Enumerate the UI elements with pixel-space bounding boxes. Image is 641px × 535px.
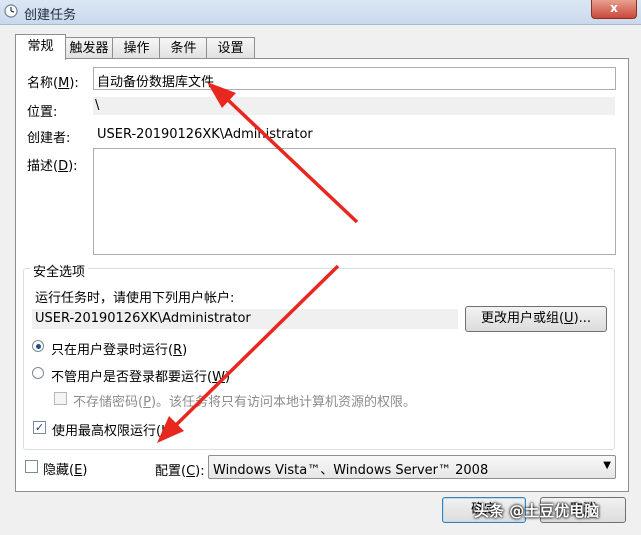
description-textarea[interactable]: [93, 148, 616, 255]
tab-settings[interactable]: 设置: [206, 37, 255, 59]
author-label: 创建者:: [27, 131, 71, 146]
tab-label: 条件: [170, 41, 197, 56]
account-value: USER-20190126XK\Administrator: [35, 311, 251, 326]
window-title: 创建任务: [24, 8, 77, 23]
chevron-down-icon: ▼: [603, 460, 611, 471]
radio-only-logged-on[interactable]: [32, 340, 44, 352]
hidden-checkbox[interactable]: [25, 460, 38, 473]
tab-label: 触发器: [69, 41, 109, 56]
highest-privileges-checkbox[interactable]: ✓: [33, 421, 46, 434]
tab-actions[interactable]: 操作: [112, 37, 161, 59]
tab-triggers[interactable]: 触发器: [64, 37, 114, 59]
highest-privileges-label: 使用最高权限运行(I): [52, 424, 171, 439]
radio-whether-logged-on[interactable]: [32, 367, 44, 379]
security-group-title: 安全选项: [30, 261, 89, 280]
name-label: 名称(M):: [27, 76, 79, 91]
config-select[interactable]: Windows Vista™、Windows Server™ 2008 ▼: [208, 455, 616, 479]
run-as-prompt: 运行任务时，请使用下列用户帐户:: [35, 291, 235, 306]
location-value: \: [95, 98, 100, 113]
tab-label: 设置: [217, 41, 244, 56]
clock-icon: [4, 4, 18, 18]
title-bar: 创建任务 x: [0, 0, 641, 25]
account-field: USER-20190126XK\Administrator: [32, 309, 458, 329]
tab-label: 常规: [27, 39, 54, 54]
tab-label: 操作: [123, 41, 150, 56]
name-input[interactable]: 自动备份数据库文件: [93, 67, 616, 90]
author-value: USER-20190126XK\Administrator: [97, 127, 313, 142]
watermark: 头条 @土豆优电脑: [474, 502, 600, 520]
description-label: 描述(D):: [27, 159, 78, 174]
no-store-password-checkbox[interactable]: [54, 392, 67, 405]
radio-only-logged-on-label: 只在用户登录时运行(R): [51, 343, 188, 358]
tab-general[interactable]: 常规: [15, 34, 66, 60]
location-field: \: [93, 97, 615, 115]
change-user-button[interactable]: 更改用户或组(U)...: [465, 306, 607, 332]
hidden-label: 隐藏(E): [43, 463, 88, 478]
name-value: 自动备份数据库文件: [97, 75, 215, 90]
location-label: 位置:: [27, 105, 58, 120]
close-icon: x: [610, 1, 618, 15]
config-label: 配置(C):: [155, 464, 205, 479]
radio-whether-logged-on-label: 不管用户是否登录都要运行(W): [51, 370, 231, 385]
config-value: Windows Vista™、Windows Server™ 2008: [213, 463, 489, 478]
no-store-password-label: 不存储密码(P)。该任务将只有访问本地计算机资源的权限。: [73, 395, 417, 410]
tab-conditions[interactable]: 条件: [159, 37, 208, 59]
close-button[interactable]: x: [591, 0, 637, 19]
